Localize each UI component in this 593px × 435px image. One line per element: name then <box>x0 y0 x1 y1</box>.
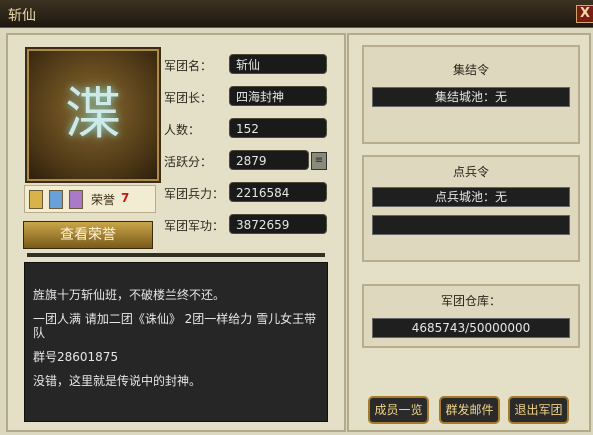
merit-value: 3872659 <box>229 214 327 234</box>
warehouse-value: 4685743/50000000 <box>372 318 570 338</box>
warehouse-title: 军团仓库： <box>440 294 501 308</box>
legion-leader-label: 军团长： <box>164 91 213 105</box>
notice-line: 旌旗十万斩仙班，不破楼兰终不还。 <box>33 288 226 302</box>
troops-label: 军团兵力： <box>164 187 225 201</box>
legion-name-value: 斩仙 <box>229 54 327 74</box>
honor-badges: 荣誉 7 <box>24 185 156 213</box>
mass-mail-button[interactable]: 群发邮件 <box>439 396 500 424</box>
purple-medal-icon[interactable] <box>69 190 83 209</box>
legion-leader-value: 四海封神 <box>229 86 327 106</box>
emblem-glyph: 渫 <box>65 82 121 147</box>
member-count-label: 人数： <box>164 123 201 137</box>
muster-panel: 点兵令 点兵城池：无 <box>362 155 580 262</box>
muster-title: 点兵令 <box>452 165 489 179</box>
window-title: 斩仙 <box>8 8 36 24</box>
notice-line: 一团人满 请加二团《诛仙》 2团一样给力 雪儿女王带队 <box>33 312 317 340</box>
activity-value: 2879 <box>229 150 309 170</box>
rally-panel: 集结令 集结城池：无 <box>362 45 580 144</box>
legion-name-label: 军团名： <box>164 59 213 73</box>
legion-emblem: 渫 <box>25 47 161 183</box>
view-honor-button[interactable]: 查看荣誉 <box>23 221 153 249</box>
activity-detail-icon[interactable]: ≡ <box>311 152 327 170</box>
divider <box>27 253 325 257</box>
blue-medal-icon[interactable] <box>49 190 63 209</box>
quit-legion-button[interactable]: 退出军团 <box>508 396 569 424</box>
troops-value: 2216584 <box>229 182 327 202</box>
muster-status: 点兵城池：无 <box>372 187 570 207</box>
honor-label: 荣誉 <box>91 193 116 207</box>
legion-notice: 旌旗十万斩仙班，不破楼兰终不还。 一团人满 请加二团《诛仙》 2团一样给力 雪儿… <box>24 262 328 422</box>
warehouse-panel: 军团仓库： 4685743/50000000 <box>362 284 580 348</box>
merit-label: 军团军功： <box>164 219 225 233</box>
honor-count: 7 <box>121 191 130 205</box>
activity-label: 活跃分： <box>164 155 213 169</box>
member-count-value: 152 <box>229 118 327 138</box>
muster-status-2 <box>372 215 570 235</box>
close-icon[interactable]: X <box>576 5 593 23</box>
rally-status: 集结城池：无 <box>372 87 570 107</box>
member-list-button[interactable]: 成员一览 <box>368 396 429 424</box>
rally-title: 集结令 <box>452 63 489 77</box>
gold-medal-icon[interactable] <box>29 190 43 209</box>
notice-line: 没错，这里就是传说中的封神。 <box>33 374 202 388</box>
legion-window: 斩仙 X 渫 荣誉 7 查看荣誉 军团名： 斩仙 军团长： 四海封神 人数： 1… <box>0 0 593 435</box>
notice-line: 群号28601875 <box>33 350 119 364</box>
title-bar[interactable]: 斩仙 X <box>0 0 593 28</box>
